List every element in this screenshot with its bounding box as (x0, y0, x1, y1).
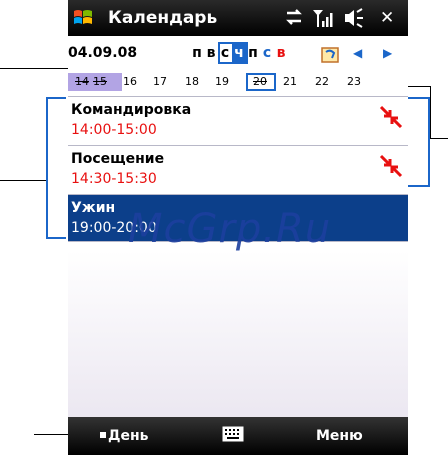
appointment-title: Командировка (71, 102, 192, 118)
weekday-tue[interactable]: в (204, 45, 218, 61)
app-title: Календарь (108, 8, 218, 28)
weekday-thu[interactable]: ч (232, 45, 246, 61)
menu-bar: День Меню (68, 417, 408, 455)
week-day[interactable]: 21 (276, 75, 304, 88)
week-day[interactable]: 19 (208, 75, 236, 88)
weekday-wed[interactable]: с (218, 45, 232, 61)
current-date[interactable]: 04.09.08 (68, 45, 137, 61)
week-strip: 14 15 16 17 18 19 20 21 22 23 (68, 70, 408, 97)
weekday-sun[interactable]: в (274, 45, 288, 61)
menu-softkey[interactable]: Меню (316, 428, 363, 444)
week-day[interactable]: 18 (178, 75, 206, 88)
watermark-text: McGrp.Ru (128, 206, 332, 252)
callout-line-conflict (430, 138, 448, 139)
signal-icon[interactable] (312, 7, 334, 29)
callout-line-appointments (0, 180, 46, 181)
sync-icon[interactable] (284, 7, 304, 27)
appointment-time: 14:00-15:00 (71, 122, 157, 138)
week-day[interactable]: 20 (246, 75, 274, 88)
weekday-fri[interactable]: п (246, 45, 260, 61)
weekday-mon[interactable]: п (190, 45, 204, 61)
appointment-time: 14:30-15:30 (71, 171, 157, 187)
volume-icon[interactable] (342, 7, 364, 29)
title-bar: Календарь ✕ (68, 0, 408, 36)
appointment-item[interactable]: Командировка 14:00-15:00 (68, 97, 408, 146)
weekday-sat[interactable]: с (260, 45, 274, 61)
conflict-icon (379, 105, 403, 129)
week-day[interactable]: 23 (340, 75, 368, 88)
day-softkey[interactable]: День (108, 428, 149, 444)
week-day[interactable]: 16 (116, 75, 144, 88)
appointment-item[interactable]: Посещение 14:30-15:30 (68, 146, 408, 195)
windows-logo-icon[interactable] (72, 7, 94, 29)
calendar-view-icon[interactable] (320, 44, 340, 64)
conflict-icon (379, 154, 403, 178)
week-day[interactable]: 15 (86, 75, 114, 88)
prev-day-icon[interactable]: ◀ (353, 46, 362, 60)
next-day-icon[interactable]: ▶ (383, 46, 392, 60)
close-icon[interactable]: ✕ (380, 7, 394, 29)
week-day[interactable]: 22 (308, 75, 336, 88)
appointment-title: Ужин (71, 200, 116, 216)
callout-line-conflict-rise (430, 86, 431, 138)
keyboard-icon[interactable] (222, 426, 244, 442)
appointment-title: Посещение (71, 151, 165, 167)
date-toolbar: 04.09.08 п в с ч п с в ◀ ▶ (68, 36, 408, 70)
callout-dot-day (100, 432, 106, 438)
week-day[interactable]: 17 (146, 75, 174, 88)
appointments-bracket (46, 97, 66, 239)
